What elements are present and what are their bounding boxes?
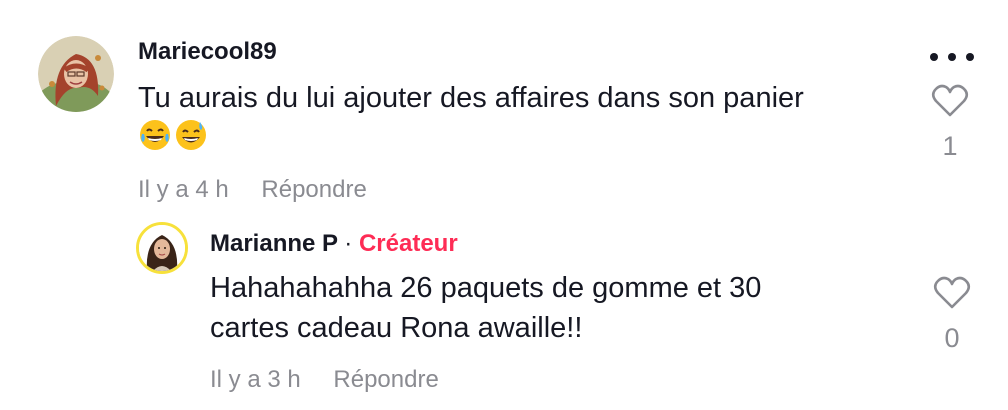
laughing-tears-emoji-icon bbox=[138, 118, 172, 163]
reply-body-line-1: Hahahahahha 26 paquets de gomme et 30 bbox=[210, 272, 762, 304]
reply-meta: Il y a 3 h Répondre bbox=[210, 366, 439, 394]
creator-badge: Créateur bbox=[358, 230, 458, 257]
commenter-avatar[interactable] bbox=[38, 36, 114, 112]
reply-body-line-2: cartes cadeau Rona awaille!! bbox=[210, 312, 583, 344]
reply-like[interactable]: 0 bbox=[930, 276, 974, 354]
replier-avatar[interactable] bbox=[136, 222, 188, 274]
reply-button[interactable]: Répondre bbox=[261, 176, 366, 203]
like-count: 1 bbox=[942, 131, 958, 161]
comment-body: Tu aurais du lui ajouter des affaires da… bbox=[138, 82, 804, 114]
heart-icon[interactable] bbox=[931, 84, 969, 118]
more-options-button[interactable] bbox=[930, 50, 974, 64]
comment-timestamp: Il y a 4 h bbox=[138, 176, 229, 203]
reply-to-reply-button[interactable]: Répondre bbox=[333, 366, 438, 393]
comment-like[interactable]: 1 bbox=[928, 84, 972, 162]
like-count: 0 bbox=[944, 323, 960, 353]
heart-icon[interactable] bbox=[933, 276, 971, 310]
sweat-smile-emoji-icon bbox=[174, 118, 208, 163]
commenter-username[interactable]: Mariecool89 bbox=[138, 38, 277, 66]
replier-username[interactable]: Marianne P bbox=[210, 230, 338, 257]
reply-timestamp: Il y a 3 h bbox=[210, 366, 301, 393]
comment-meta: Il y a 4 h Répondre bbox=[138, 176, 367, 204]
user-avatar-icon bbox=[139, 225, 185, 271]
more-dots-icon bbox=[930, 53, 938, 61]
user-avatar-icon bbox=[38, 36, 114, 112]
reply-text: Hahahahahha 26 paquets de gomme et 30 ca… bbox=[210, 268, 910, 348]
reply-username-row: Marianne P · Créateur bbox=[210, 230, 458, 258]
comment-text: Tu aurais du lui ajouter des affaires da… bbox=[138, 78, 908, 163]
separator-dot: · bbox=[344, 230, 353, 257]
